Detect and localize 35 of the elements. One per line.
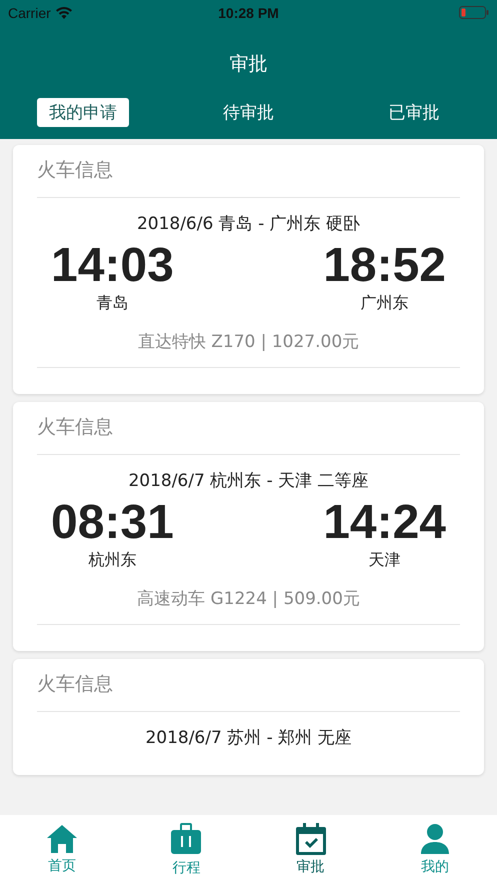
nav-item[interactable]: 行程 <box>124 815 248 883</box>
train-card[interactable]: 火车信息 2018/6/7 杭州东 - 天津 二等座 08:31 杭州东 14:24 天津 高速动车 G1224 | 509.00元 <box>13 402 484 651</box>
train-card[interactable]: 火车信息 2018/6/7 苏州 - 郑州 无座 <box>13 659 484 775</box>
route-text: 2018/6/7 杭州东 - 天津 二等座 <box>128 470 369 492</box>
arrival-time: 14:24 <box>323 496 446 550</box>
arrival-time: 18:52 <box>323 239 446 293</box>
calendar-check-icon <box>296 822 326 854</box>
departure-station: 青岛 <box>96 293 128 314</box>
card-heading: 火车信息 <box>37 158 113 183</box>
tab[interactable]: 待审批 <box>211 98 286 126</box>
status-time: 10:28 PM <box>217 4 280 20</box>
route-text: 2018/6/7 苏州 - 郑州 无座 <box>145 727 352 749</box>
battery-icon <box>459 6 489 19</box>
tab[interactable]: 我的申请 <box>36 98 129 126</box>
nav-item[interactable]: 首页 <box>0 815 124 883</box>
tab[interactable]: 已审批 <box>376 98 452 126</box>
train-card[interactable]: 火车信息 2018/6/6 青岛 - 广州东 硬卧 14:03 青岛 18:52 广州东 直达特快 Z170 | 1027.00元 <box>13 145 484 394</box>
card-heading: 火车信息 <box>37 415 113 440</box>
arrival-station: 天津 <box>368 550 401 571</box>
train-info: 直达特快 Z170 | 1027.00元 <box>138 331 360 353</box>
suitcase-icon <box>170 822 202 856</box>
departure-time: 14:03 <box>51 239 174 293</box>
departure-time: 08:31 <box>51 496 174 550</box>
departure-station: 杭州东 <box>88 550 136 571</box>
nav-item[interactable]: 审批 <box>248 815 373 883</box>
route-text: 2018/6/6 青岛 - 广州东 硬卧 <box>136 213 360 235</box>
train-info: 高速动车 G1224 | 509.00元 <box>137 588 360 610</box>
person-icon <box>420 822 450 854</box>
page-title: 审批 <box>228 52 268 77</box>
home-icon <box>46 824 78 854</box>
card-heading: 火车信息 <box>37 672 113 697</box>
arrival-station: 广州东 <box>360 293 409 314</box>
nav-item[interactable]: 我的 <box>372 815 497 883</box>
carrier-label: Carrier <box>8 4 51 20</box>
wifi-icon <box>56 6 72 18</box>
